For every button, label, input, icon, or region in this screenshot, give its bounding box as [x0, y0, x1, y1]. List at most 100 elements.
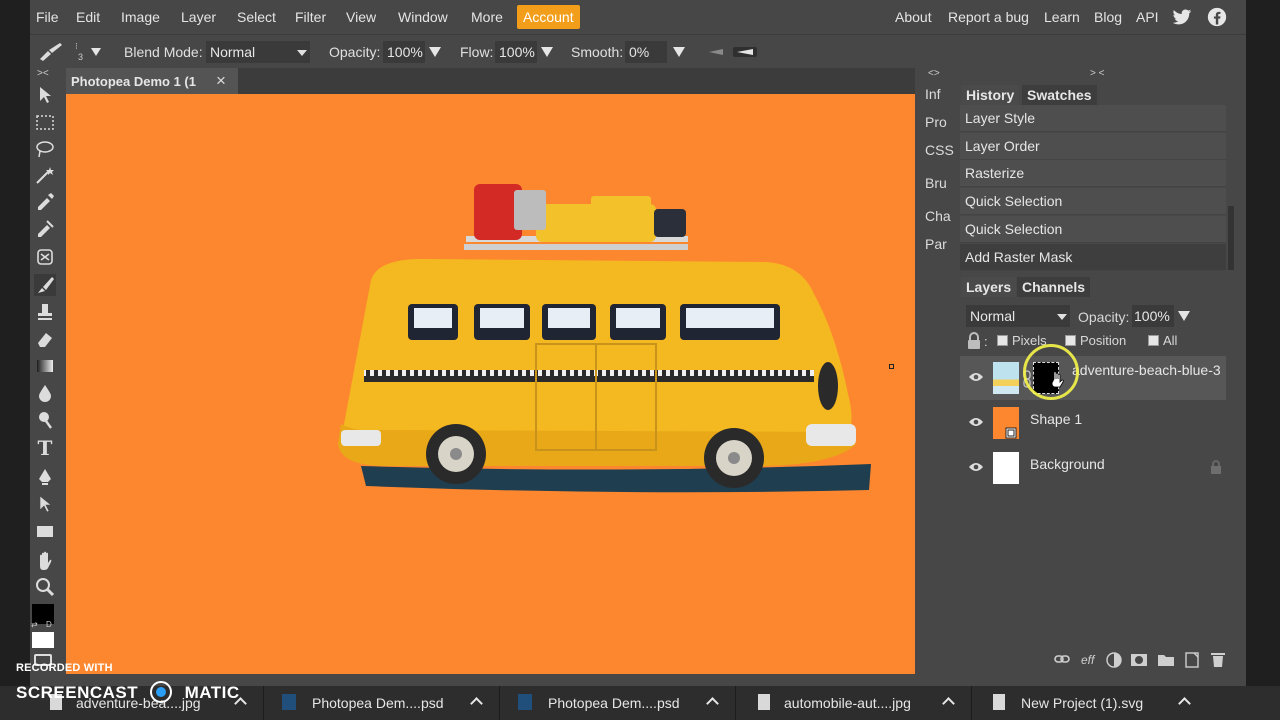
blur-icon[interactable]	[34, 382, 56, 404]
lock-all-checkbox[interactable]: All	[1148, 333, 1177, 348]
pen-icon[interactable]	[34, 466, 56, 488]
layer-row[interactable]: Background	[960, 446, 1226, 490]
new-layer-icon[interactable]	[1184, 651, 1200, 668]
menu-about[interactable]: About	[895, 9, 932, 25]
smooth-dropdown[interactable]	[673, 47, 685, 57]
shape-icon[interactable]	[34, 520, 56, 542]
close-tab-icon[interactable]: ×	[216, 71, 226, 91]
layer-opacity-input[interactable]: 100%	[1132, 305, 1174, 327]
download-item[interactable]: New Project (1).svg	[972, 686, 1208, 720]
transform-handle[interactable]	[889, 364, 894, 369]
menu-window[interactable]: Window	[398, 9, 448, 25]
history-item[interactable]: Rasterize	[960, 160, 1226, 187]
tab-history[interactable]: History	[961, 85, 1020, 105]
chevron-up-icon[interactable]	[706, 697, 719, 710]
eyedropper-icon[interactable]	[34, 191, 56, 213]
tab-css[interactable]: CSS	[925, 142, 954, 158]
background-color-swatch[interactable]	[32, 632, 54, 648]
eraser-icon[interactable]	[34, 328, 56, 350]
folder-icon[interactable]	[1157, 652, 1175, 668]
layer-row[interactable]: adventure-beach-blue-3	[960, 344, 1226, 400]
chevron-up-icon[interactable]	[1178, 697, 1191, 710]
layer-lock-icon[interactable]	[1210, 460, 1222, 474]
tab-brushes[interactable]: Bru	[925, 175, 947, 191]
hand-icon[interactable]	[34, 550, 56, 572]
smooth-input[interactable]: 0%	[625, 41, 667, 63]
menu-api[interactable]: API	[1136, 9, 1159, 25]
brush-tool-icon[interactable]	[38, 41, 64, 63]
menu-blog[interactable]: Blog	[1094, 9, 1122, 25]
eye-icon[interactable]	[968, 461, 984, 473]
twitter-icon[interactable]	[1172, 7, 1192, 27]
download-item[interactable]: automobile-aut....jpg	[736, 686, 972, 720]
flow-dropdown[interactable]	[541, 47, 553, 57]
type-icon[interactable]: T	[34, 437, 56, 459]
pressure-toggle-icon[interactable]	[705, 45, 761, 59]
lock-position-checkbox[interactable]: Position	[1065, 333, 1126, 348]
tab-channels[interactable]: Channels	[1017, 277, 1091, 297]
expand-panels-icon[interactable]: <>	[928, 68, 940, 79]
gradient-icon[interactable]	[34, 355, 56, 377]
menu-select[interactable]: Select	[237, 9, 276, 25]
eye-icon[interactable]	[968, 416, 984, 428]
tab-properties[interactable]: Pro	[925, 114, 947, 130]
dodge-icon[interactable]	[34, 409, 56, 431]
history-scrollbar[interactable]	[1228, 206, 1234, 270]
mask-icon[interactable]	[1130, 652, 1148, 668]
layer-name[interactable]: Background	[1030, 456, 1105, 472]
brush-icon[interactable]	[34, 274, 56, 296]
move-icon[interactable]	[34, 84, 56, 106]
effects-icon[interactable]: eff	[1081, 653, 1094, 667]
history-item[interactable]: Layer Style	[960, 105, 1226, 132]
clone-icon[interactable]	[34, 301, 56, 323]
brush-size-dropdown[interactable]	[91, 48, 101, 56]
layer-name[interactable]: adventure-beach-blue-3	[1072, 362, 1221, 378]
default-colors-icon[interactable]: D	[46, 620, 52, 629]
menu-view[interactable]: View	[346, 9, 376, 25]
tab-info[interactable]: Inf	[925, 86, 941, 102]
menu-learn[interactable]: Learn	[1044, 9, 1080, 25]
download-item[interactable]: Photopea Dem....psd	[264, 686, 500, 720]
history-item[interactable]: Quick Selection	[960, 216, 1226, 243]
path-select-icon[interactable]	[34, 493, 56, 515]
history-item[interactable]: Layer Order	[960, 133, 1226, 160]
history-item-current[interactable]: Add Raster Mask	[960, 244, 1226, 271]
menu-layer[interactable]: Layer	[181, 9, 216, 25]
blend-mode-select[interactable]: Normal	[206, 41, 310, 63]
eye-icon[interactable]	[968, 371, 984, 383]
document-canvas[interactable]	[66, 94, 915, 674]
lasso-icon[interactable]	[34, 138, 56, 160]
zoom-icon[interactable]	[34, 576, 56, 598]
collapse-panels-icon[interactable]: > <	[1090, 68, 1104, 79]
adjustment-icon[interactable]	[1106, 652, 1122, 668]
document-tab[interactable]: Photopea Demo 1 (1 ×	[66, 68, 238, 94]
chevron-up-icon[interactable]	[942, 697, 955, 710]
tab-layers[interactable]: Layers	[961, 277, 1017, 297]
tab-swatches[interactable]: Swatches	[1022, 85, 1097, 105]
link-icon[interactable]	[1054, 654, 1070, 664]
menu-report-bug[interactable]: Report a bug	[948, 9, 1029, 25]
menu-image[interactable]: Image	[121, 9, 160, 25]
swap-colors-icon[interactable]: ⇄	[31, 620, 38, 629]
layer-opacity-dropdown[interactable]	[1178, 311, 1190, 321]
flow-input[interactable]: 100%	[495, 41, 537, 63]
tab-paragraph[interactable]: Par	[925, 236, 947, 252]
layer-blend-select[interactable]: Normal	[966, 305, 1070, 327]
menu-edit[interactable]: Edit	[76, 9, 100, 25]
facebook-icon[interactable]	[1207, 7, 1227, 27]
stamp-icon[interactable]	[34, 246, 56, 268]
healing-icon[interactable]	[34, 218, 56, 240]
opacity-dropdown[interactable]	[429, 47, 441, 57]
menu-more[interactable]: More	[471, 9, 503, 25]
toolbar-collapse-icon[interactable]: ><	[37, 68, 49, 79]
menu-file[interactable]: File	[36, 9, 59, 25]
history-item[interactable]: Quick Selection	[960, 188, 1226, 215]
download-item[interactable]: Photopea Dem....psd	[500, 686, 736, 720]
layer-name[interactable]: Shape 1	[1030, 411, 1082, 427]
menu-filter[interactable]: Filter	[295, 9, 326, 25]
chevron-up-icon[interactable]	[470, 697, 483, 710]
menu-account[interactable]: Account	[517, 5, 580, 29]
layer-row[interactable]: Shape 1	[960, 401, 1226, 445]
magic-wand-icon[interactable]	[34, 164, 56, 186]
marquee-icon[interactable]	[34, 111, 56, 133]
